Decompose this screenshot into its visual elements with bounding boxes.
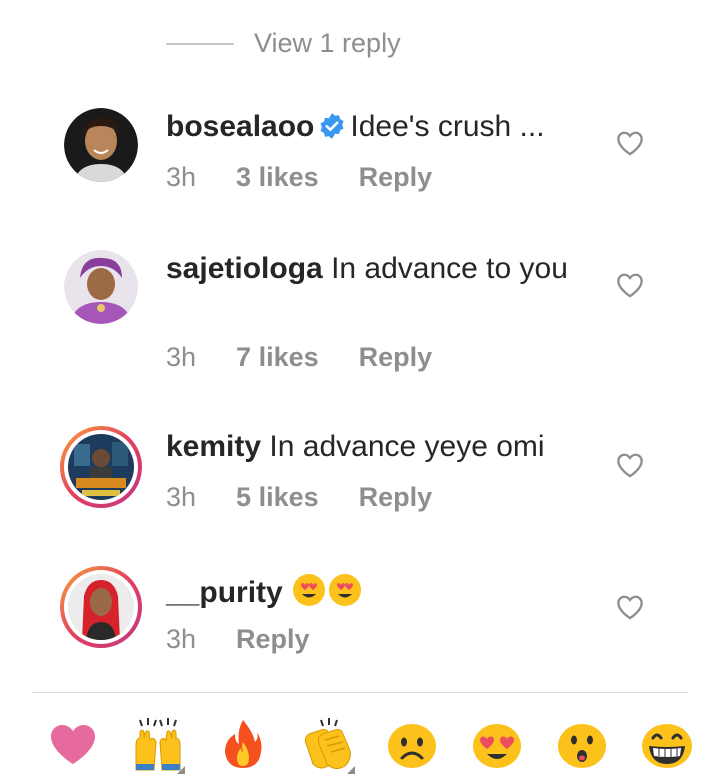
avatar-image — [68, 434, 134, 500]
heart-eyes-emoji-icon — [329, 574, 362, 606]
fire-icon — [224, 720, 262, 768]
comment-body: bosealaoo Idee's crush ... — [166, 108, 596, 146]
emoji-reaction-bar — [40, 714, 720, 774]
surprised-face-icon — [558, 724, 607, 768]
comment-meta: 3h 5 likes Reply — [166, 482, 432, 513]
comment-likes[interactable]: 3 likes — [236, 162, 319, 193]
comment-time: 3h — [166, 624, 197, 654]
comment-meta: 3h 7 likes Reply — [166, 342, 432, 373]
heart-eyes-icon — [473, 724, 522, 768]
heart-eyes-emoji-icon — [293, 574, 326, 606]
clapping-hands-emoji-button[interactable] — [295, 714, 361, 774]
avatar-image — [64, 250, 138, 324]
like-heart-icon[interactable] — [616, 452, 644, 478]
view-replies-label: View 1 reply — [254, 28, 401, 58]
fire-emoji-button[interactable] — [210, 714, 276, 774]
comment-body: sajetiologa In advance to you — [166, 250, 596, 288]
comment-username[interactable]: sajetiologa — [166, 252, 323, 285]
view-replies-link[interactable]: View 1 reply — [166, 28, 401, 59]
comment-username[interactable]: bosealaoo — [166, 110, 314, 143]
skin-tone-indicator — [176, 766, 185, 774]
avatar-ring-inner — [64, 430, 138, 504]
emoji-bar-divider — [32, 692, 688, 693]
raised-hands-emoji-button[interactable] — [125, 714, 191, 774]
raised-hands-icon — [135, 718, 181, 771]
comment-time: 3h — [166, 162, 197, 192]
like-heart-icon[interactable] — [616, 594, 644, 620]
comment-body: kemity In advance yeye omi — [166, 428, 596, 466]
comment-time: 3h — [166, 482, 197, 512]
comment-meta: 3h 3 likes Reply — [166, 162, 432, 193]
avatar-image — [64, 108, 138, 182]
verified-badge-icon — [320, 113, 344, 139]
comment-meta: 3h Reply — [166, 624, 310, 655]
skin-tone-indicator — [346, 766, 355, 774]
avatar-story-ring[interactable] — [60, 566, 142, 648]
comment-text: In advance to you — [331, 252, 568, 285]
avatar[interactable] — [64, 108, 138, 182]
heart-emoji-button[interactable] — [40, 714, 106, 774]
grinning-face-emoji-button[interactable] — [634, 714, 700, 774]
divider-line — [166, 42, 234, 45]
heart-icon — [51, 725, 95, 764]
comment-text: In advance yeye omi — [269, 430, 545, 463]
grinning-face-icon — [641, 724, 692, 768]
sad-face-emoji-button[interactable] — [379, 714, 445, 774]
comment-likes[interactable]: 5 likes — [236, 482, 319, 513]
heart-eyes-emoji-button[interactable] — [464, 714, 530, 774]
comment-likes[interactable]: 7 likes — [236, 342, 319, 373]
reply-button[interactable]: Reply — [359, 482, 433, 513]
reply-button[interactable]: Reply — [359, 342, 433, 373]
comment-body: __purity — [166, 572, 596, 612]
clapping-hands-icon — [304, 718, 351, 770]
like-heart-icon[interactable] — [616, 130, 644, 156]
comment-username[interactable]: kemity — [166, 430, 261, 463]
avatar-ring-inner — [64, 570, 138, 644]
sad-face-icon — [388, 724, 437, 768]
comment-time: 3h — [166, 342, 197, 372]
avatar-story-ring[interactable] — [60, 426, 142, 508]
avatar[interactable] — [64, 250, 138, 324]
reply-button[interactable]: Reply — [359, 162, 433, 193]
like-heart-icon[interactable] — [616, 272, 644, 298]
comment-text: Idee's crush ... — [350, 110, 545, 143]
comment-username[interactable]: __purity — [166, 576, 283, 609]
reply-button[interactable]: Reply — [236, 624, 310, 655]
surprised-face-emoji-button[interactable] — [549, 714, 615, 774]
avatar-image — [68, 574, 134, 640]
